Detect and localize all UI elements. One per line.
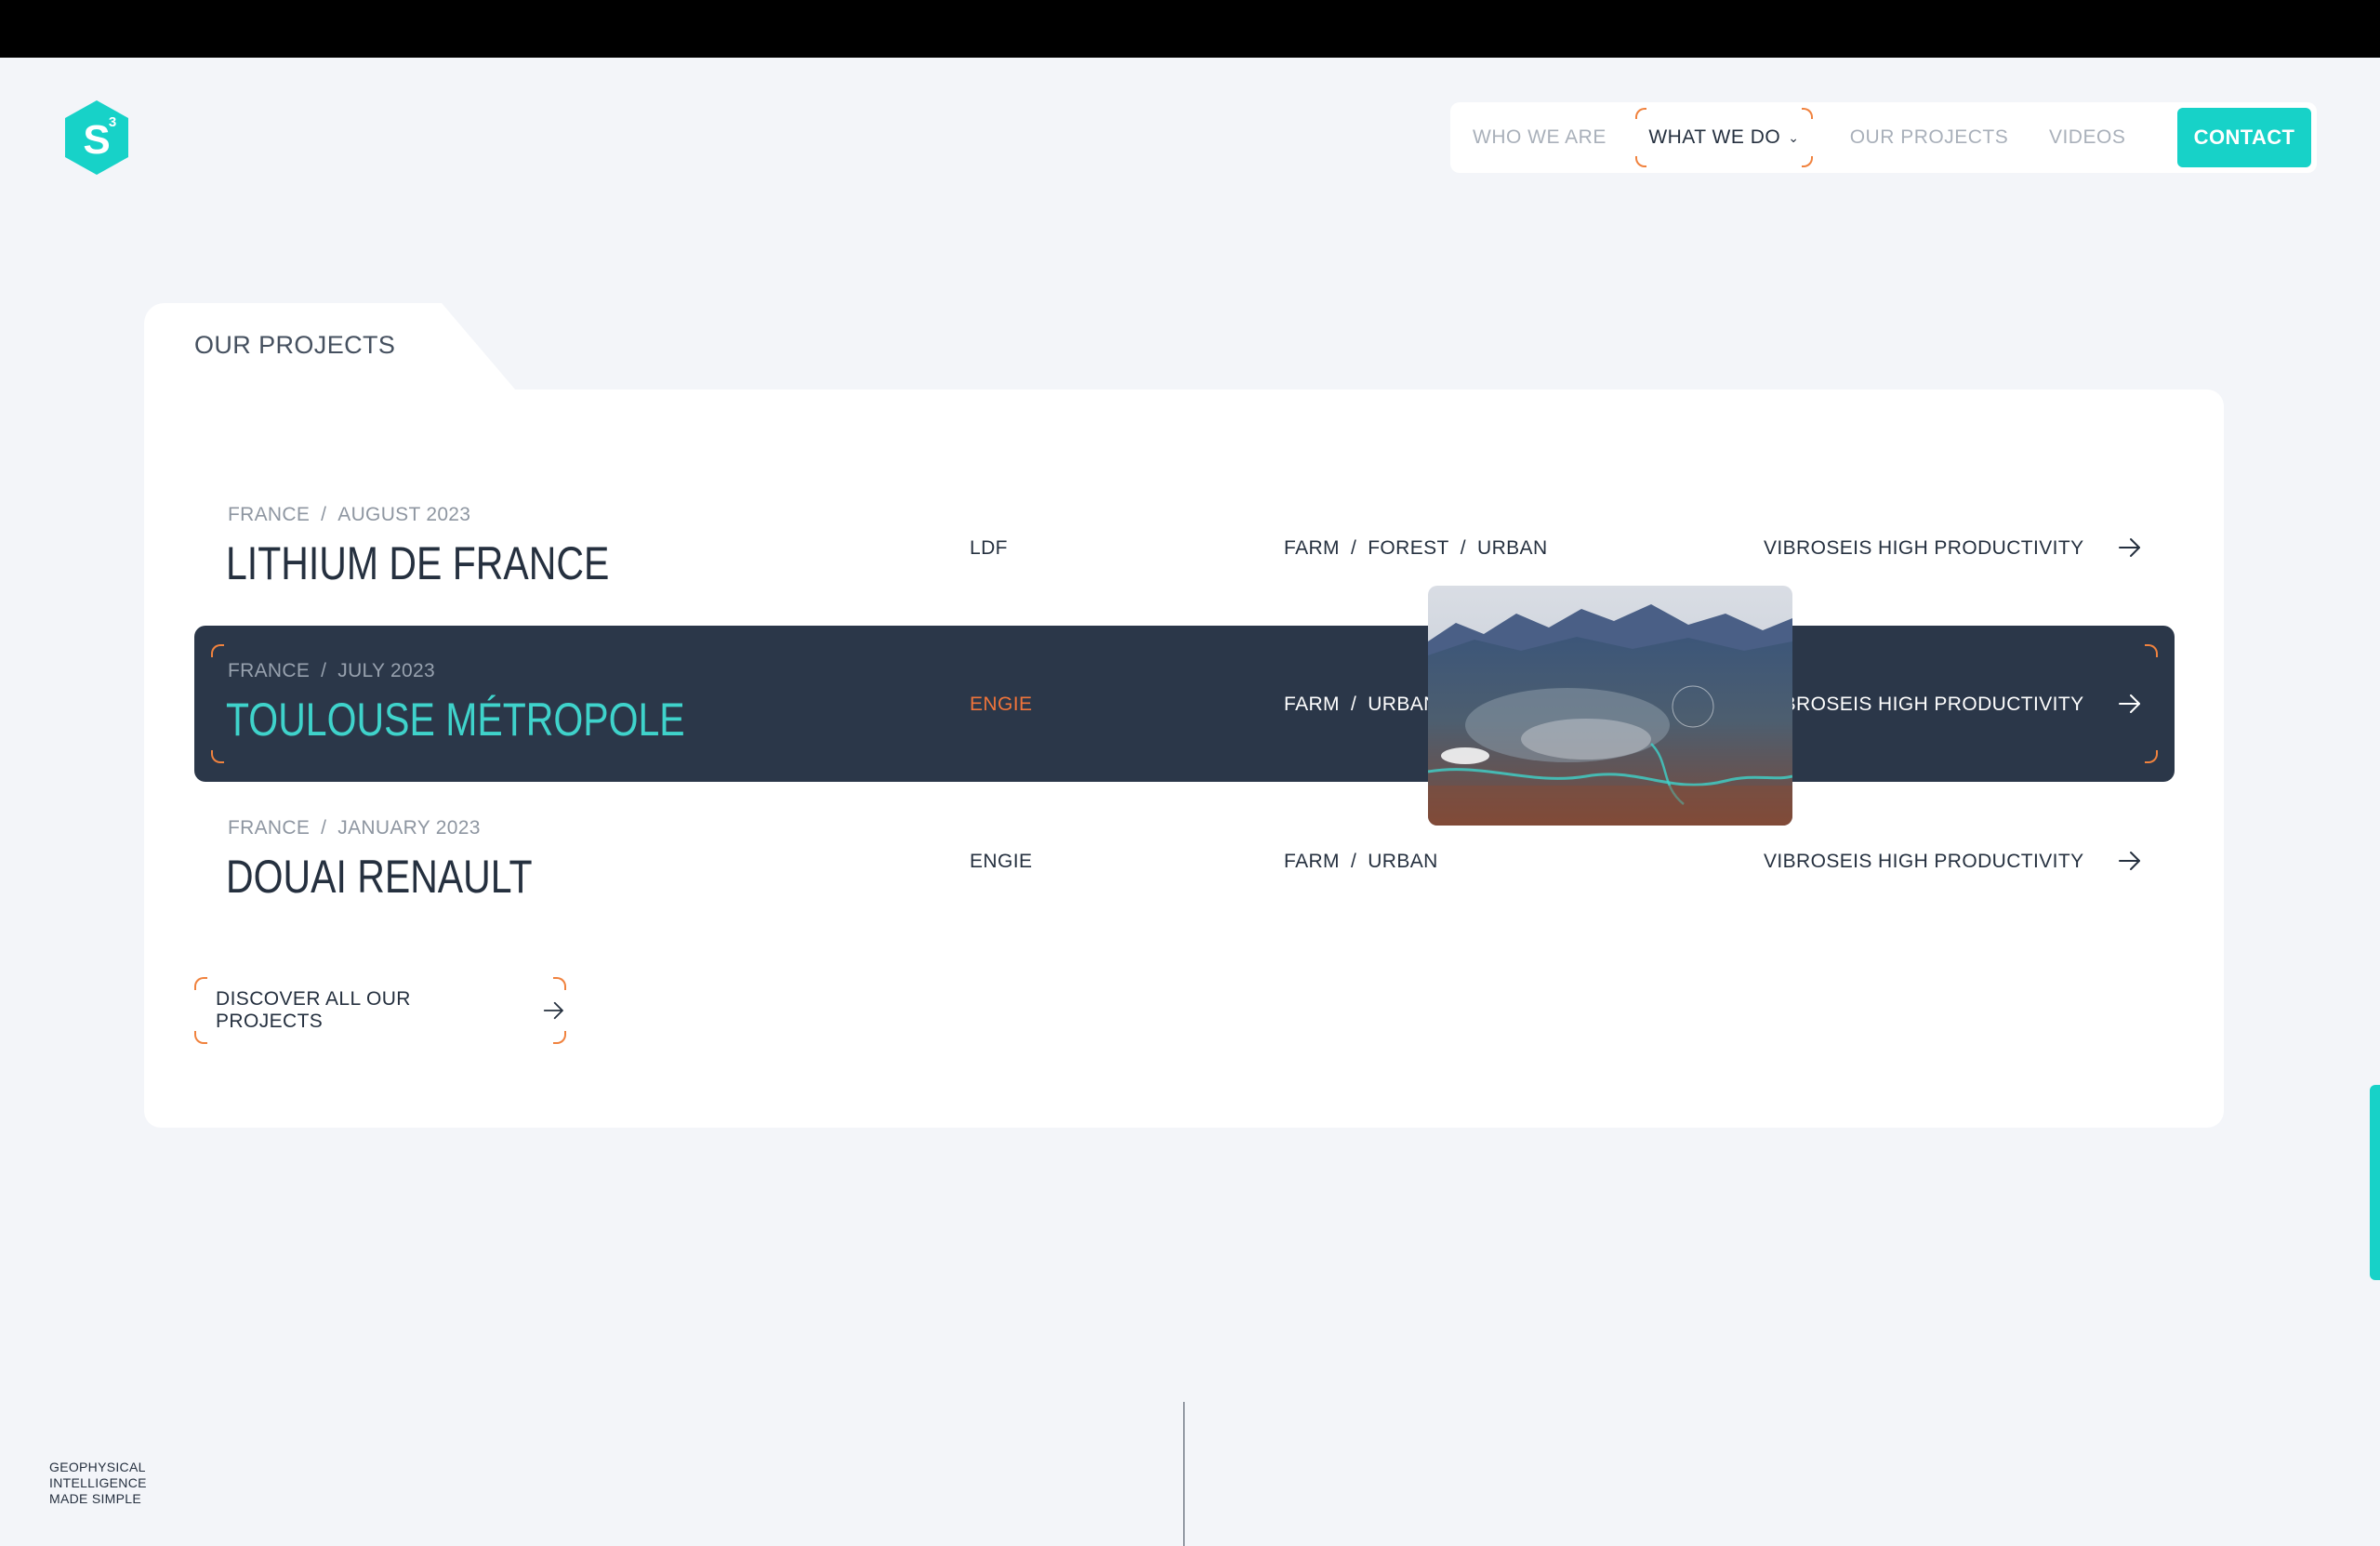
focus-corner [1635, 156, 1647, 167]
arrow-right-icon[interactable] [2117, 848, 2143, 874]
scroll-guide-line [1183, 1402, 1184, 1546]
project-meta: FRANCE / JANUARY 2023 [228, 817, 481, 839]
contact-button[interactable]: CONTACT [2177, 108, 2311, 167]
project-tag: FARM [1284, 851, 1340, 872]
tagline-line: INTELLIGENCE [49, 1475, 147, 1490]
project-method: VIBROSEIS HIGH PRODUCTIVITY [1764, 694, 2084, 715]
focus-corner [211, 750, 224, 763]
nav-who-we-are[interactable]: WHO WE ARE [1473, 108, 1635, 167]
focus-corner [211, 644, 224, 657]
project-meta: FRANCE / JULY 2023 [228, 660, 435, 681]
project-title: LITHIUM DE FRANCE [226, 537, 610, 589]
project-row[interactable]: FRANCE / JANUARY 2023 DOUAI RENAULT ENGIE … [194, 783, 2175, 939]
project-country: FRANCE [228, 504, 311, 525]
svg-text:3: 3 [109, 114, 116, 130]
project-meta: FRANCE / AUGUST 2023 [228, 504, 471, 525]
nav-what-we-do-label: WHAT WE DO [1648, 126, 1781, 148]
focus-corner [553, 1031, 566, 1044]
arrow-right-icon[interactable] [2117, 535, 2143, 561]
project-method: VIBROSEIS HIGH PRODUCTIVITY [1764, 537, 2084, 559]
section-title: OUR PROJECTS [194, 331, 396, 359]
project-tag: URBAN [1477, 537, 1548, 559]
project-row[interactable]: FRANCE / AUGUST 2023 LITHIUM DE FRANCE LDF… [194, 469, 2175, 626]
tagline-line: GEOPHYSICAL [49, 1460, 146, 1474]
project-tag: FARM [1284, 537, 1340, 559]
browser-top-bar [0, 0, 2380, 58]
project-country: FRANCE [228, 817, 311, 839]
project-tag: FARM [1284, 694, 1340, 715]
project-date: AUGUST 2023 [337, 504, 471, 525]
project-method: VIBROSEIS HIGH PRODUCTIVITY [1764, 851, 2084, 872]
project-tag: URBAN [1368, 851, 1438, 872]
discover-label: DISCOVER ALL OUR PROJECTS [216, 988, 411, 1032]
focus-corner [2145, 750, 2158, 763]
focus-corner [1635, 108, 1647, 119]
nav-our-projects[interactable]: OUR PROJECTS [1850, 108, 2038, 167]
project-date: JANUARY 2023 [337, 817, 481, 839]
project-country: FRANCE [228, 660, 311, 681]
project-title: DOUAI RENAULT [226, 851, 533, 903]
chevron-down-icon: ⌄ [1788, 129, 1800, 145]
discover-all-projects-button[interactable]: DISCOVER ALL OUR PROJECTS [194, 977, 566, 1044]
nav-what-we-do[interactable]: WHAT WE DO ⌄ [1635, 108, 1813, 167]
project-client: LDF [970, 537, 1008, 559]
focus-corner [1801, 108, 1813, 119]
tagline: GEOPHYSICAL INTELLIGENCE MADE SIMPLE [49, 1460, 147, 1507]
project-title: TOULOUSE MÉTROPOLE [226, 694, 685, 746]
project-preview-image [1428, 586, 1792, 826]
focus-corner [1801, 156, 1813, 167]
focus-corner [194, 977, 207, 990]
arrow-right-icon[interactable] [2117, 691, 2143, 717]
logo-icon[interactable]: S 3 [61, 99, 132, 177]
focus-corner [2145, 644, 2158, 657]
project-tag: FOREST [1368, 537, 1449, 559]
project-client: ENGIE [970, 851, 1033, 872]
scroll-indicator[interactable] [2370, 1085, 2380, 1280]
arrow-right-icon [544, 1001, 564, 1020]
project-row-active[interactable]: FRANCE / JULY 2023 TOULOUSE MÉTROPOLE ENGI… [194, 626, 2175, 782]
project-client: ENGIE [970, 694, 1033, 715]
project-date: JULY 2023 [337, 660, 435, 681]
project-tags: FARM / URBAN [1284, 851, 1438, 872]
project-tags: FARM / FOREST / URBAN [1284, 537, 1548, 559]
tagline-line: MADE SIMPLE [49, 1491, 141, 1506]
project-tags: FARM / URBAN [1284, 694, 1438, 715]
focus-corner [553, 977, 566, 990]
svg-text:S: S [83, 117, 110, 163]
focus-corner [194, 1031, 207, 1044]
nav-videos[interactable]: VIDEOS [2038, 108, 2177, 167]
main-nav: WHO WE ARE WHAT WE DO ⌄ OUR PROJECTS VID… [1450, 102, 2317, 173]
